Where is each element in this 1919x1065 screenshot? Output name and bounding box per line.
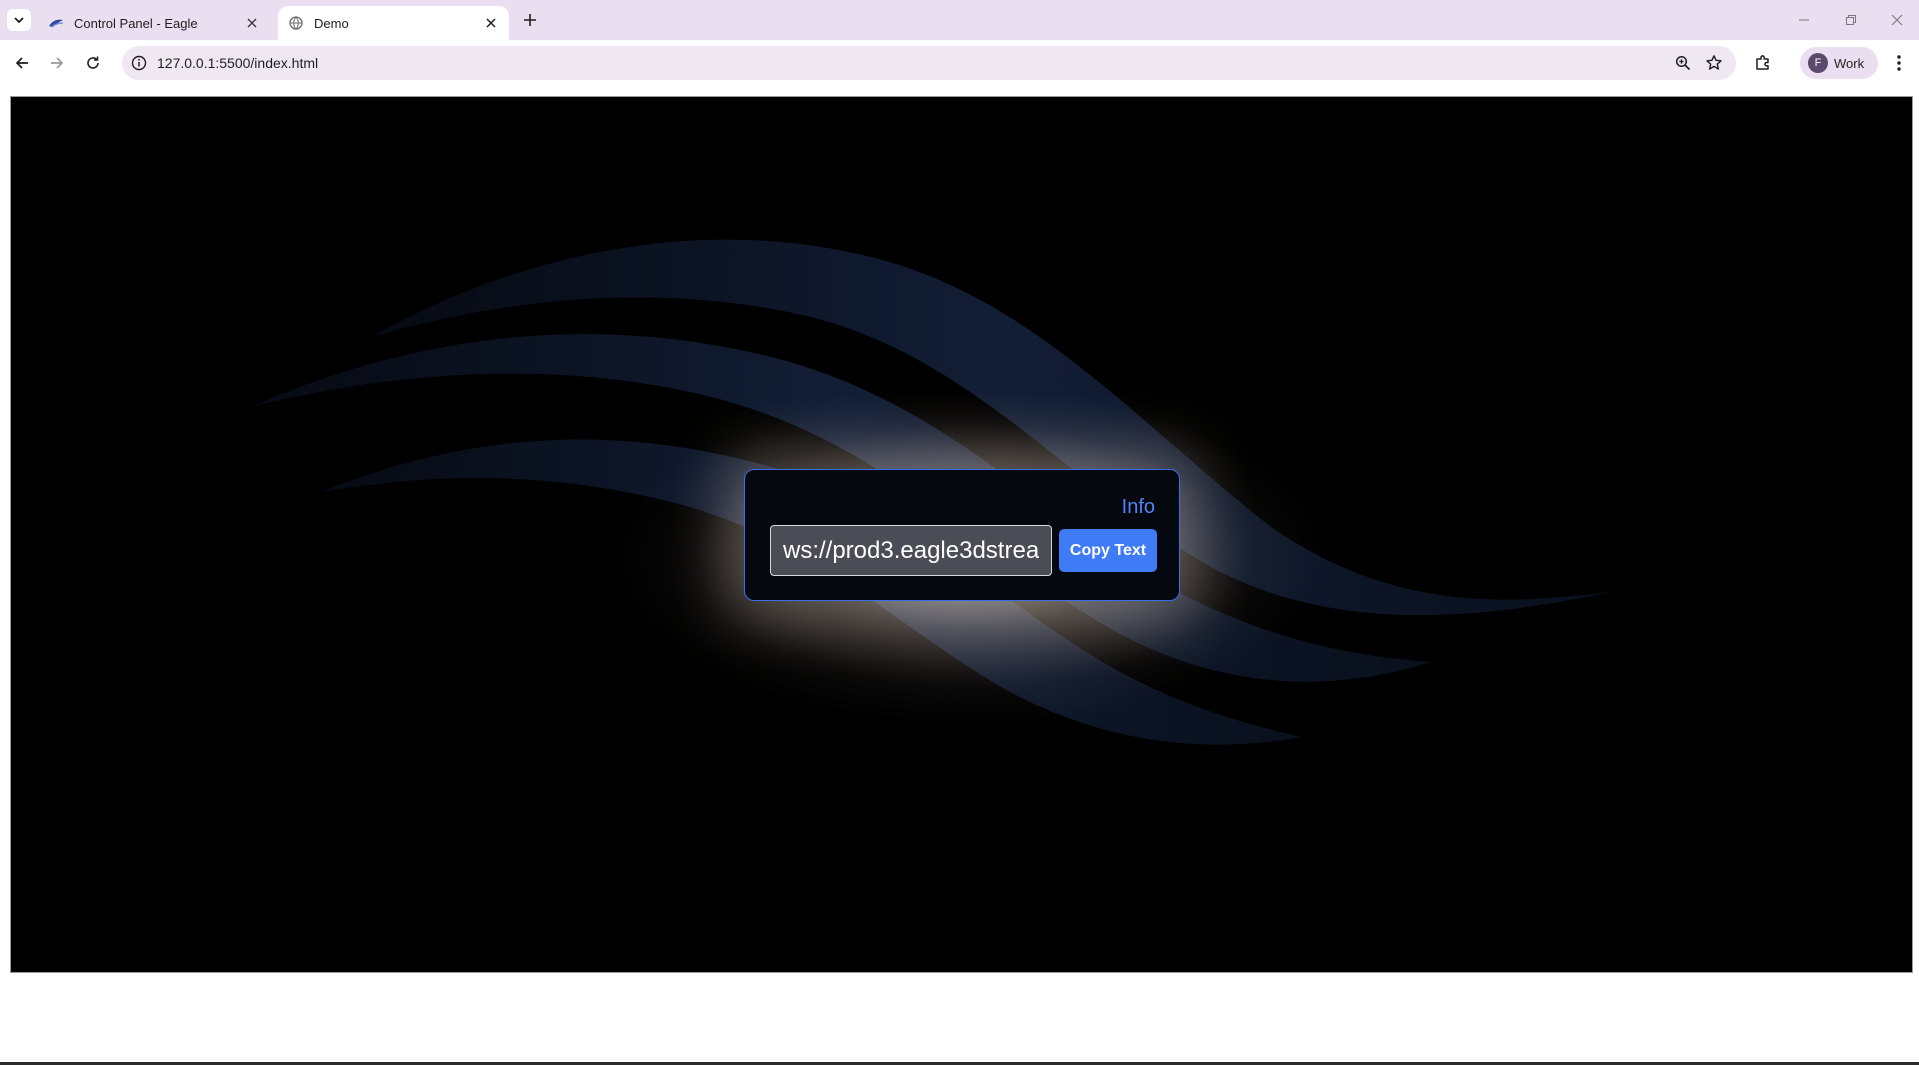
profile-button[interactable]: F Work xyxy=(1800,47,1878,79)
back-button[interactable] xyxy=(10,51,34,75)
extensions-puzzle-icon[interactable] xyxy=(1752,52,1774,74)
zoom-icon[interactable] xyxy=(1674,54,1692,72)
address-bar[interactable]: 127.0.0.1:5500/index.html xyxy=(122,46,1736,80)
browser-toolbar: 127.0.0.1:5500/index.html F Work xyxy=(0,40,1919,86)
stream-stage: Info Copy Text xyxy=(10,96,1913,973)
globe-icon xyxy=(288,15,304,31)
page-viewport: Info Copy Text xyxy=(0,86,1919,1065)
window-close-button[interactable] xyxy=(1885,8,1909,32)
tab-strip: Control Panel - Eagle Demo xyxy=(0,0,1919,40)
forward-button[interactable] xyxy=(45,51,69,75)
tab-title: Control Panel - Eagle xyxy=(74,15,198,31)
avatar: F xyxy=(1808,53,1828,73)
url-text[interactable]: 127.0.0.1:5500/index.html xyxy=(157,55,318,71)
stream-url-panel: Info Copy Text xyxy=(744,469,1180,601)
info-label[interactable]: Info xyxy=(1122,496,1155,519)
site-info-icon[interactable] xyxy=(130,54,148,72)
restore-button[interactable] xyxy=(1839,8,1863,32)
tab-title: Demo xyxy=(314,15,349,31)
minimize-icon xyxy=(1799,19,1809,21)
reload-icon xyxy=(87,56,99,69)
new-tab-button[interactable] xyxy=(520,10,540,30)
reload-button[interactable] xyxy=(81,51,105,75)
tab-search-button[interactable] xyxy=(7,9,31,31)
restore-icon xyxy=(1846,15,1856,25)
close-icon xyxy=(1891,14,1903,26)
bookmark-star-icon[interactable] xyxy=(1704,53,1724,73)
minimize-button[interactable] xyxy=(1792,8,1816,32)
tab-demo[interactable]: Demo xyxy=(278,6,509,40)
kebab-menu-icon[interactable] xyxy=(1888,52,1910,74)
close-icon[interactable] xyxy=(244,15,260,31)
arrow-left-icon xyxy=(15,57,28,69)
eagle-logo-icon xyxy=(48,15,64,31)
arrow-right-icon xyxy=(51,57,64,69)
copy-text-button[interactable]: Copy Text xyxy=(1059,529,1157,572)
close-icon[interactable] xyxy=(483,15,499,31)
tab-control-panel[interactable]: Control Panel - Eagle xyxy=(38,6,270,40)
stream-url-input[interactable] xyxy=(770,525,1052,576)
chevron-down-icon xyxy=(14,17,24,24)
plus-icon xyxy=(524,14,536,26)
profile-label: Work xyxy=(1834,55,1865,71)
